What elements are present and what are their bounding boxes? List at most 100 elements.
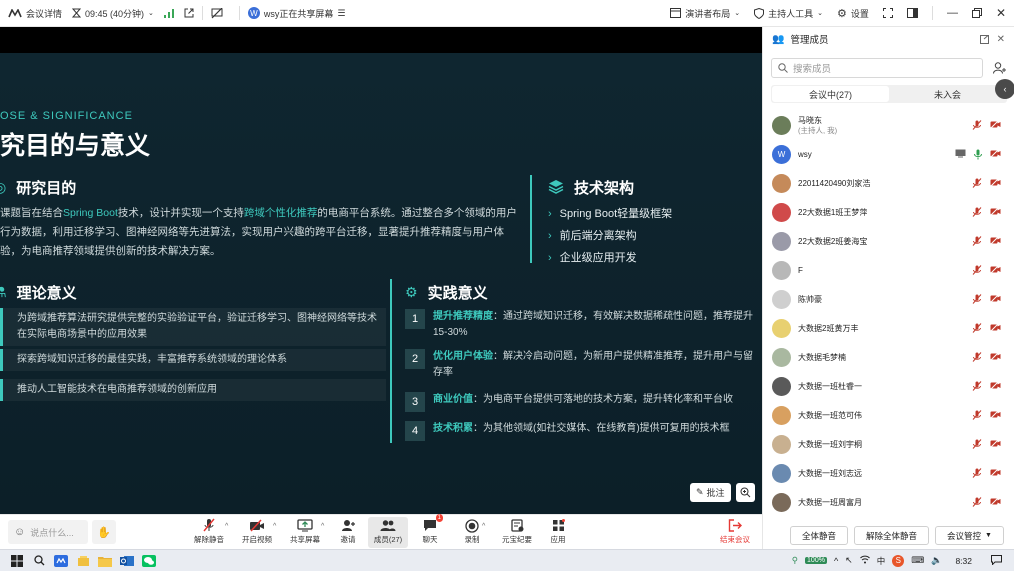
windows-start-icon[interactable] (6, 550, 28, 571)
fullscreen-icon[interactable] (882, 8, 893, 18)
collapse-panel-button[interactable]: ‹ (995, 79, 1014, 99)
chevron-up-icon[interactable]: ^ (834, 556, 838, 566)
external-link-icon[interactable] (184, 8, 194, 18)
meeting-control-button[interactable]: 会议管控 ▼ (935, 526, 1004, 545)
unmute-options-caret[interactable]: ^ (225, 523, 228, 530)
member-search-input[interactable]: 搜索成员 (771, 58, 983, 78)
ime-indicator[interactable]: 中 (877, 555, 886, 567)
zoom-button[interactable] (736, 483, 755, 502)
camera-off-icon[interactable] (990, 207, 1001, 220)
member-row[interactable]: F (763, 256, 1014, 285)
camera-off-icon[interactable] (990, 178, 1001, 191)
share-screen-button[interactable]: 共享屏幕 (286, 517, 324, 548)
host-tools-button[interactable]: 主持人工具 ⌄ (754, 7, 823, 20)
mic-muted-icon[interactable] (972, 323, 982, 336)
raise-hand-button[interactable]: ✋ (92, 520, 116, 544)
add-member-button[interactable] (989, 58, 1009, 78)
sidebar-toggle-icon[interactable] (906, 8, 918, 18)
mic-muted-icon[interactable] (972, 410, 982, 423)
quick-chat-input[interactable]: ☺ 说点什么... (8, 520, 88, 544)
record-button[interactable]: 录制 (458, 517, 486, 548)
mic-muted-icon[interactable] (972, 236, 982, 249)
member-row[interactable]: 大数据一班范可伟 (763, 401, 1014, 430)
video-options-caret[interactable]: ^ (273, 523, 276, 530)
sharing-status[interactable]: W wsy正在共享屏幕 ☰ (247, 7, 346, 20)
mic-muted-icon[interactable] (972, 207, 982, 220)
start-video-button[interactable]: 开启视频 (238, 517, 276, 548)
member-row[interactable]: Wwsy (763, 140, 1014, 169)
sougou-icon[interactable]: S (892, 554, 905, 567)
apps-button[interactable]: 应用 (544, 517, 572, 548)
unmute-button[interactable]: 解除静音 (190, 517, 228, 548)
invite-button[interactable]: 邀请 (334, 517, 362, 548)
mic-muted-icon[interactable] (972, 265, 982, 278)
member-row[interactable]: 大数据一班刘志远 (763, 459, 1014, 488)
close-icon[interactable]: ✕ (996, 6, 1006, 20)
camera-off-icon[interactable] (990, 352, 1001, 365)
close-panel-icon[interactable]: ✕ (997, 34, 1005, 45)
member-row[interactable]: 22大数据1班王梦萍 (763, 198, 1014, 227)
cursor-icon[interactable]: ↖ (845, 555, 853, 566)
mic-on-icon[interactable] (974, 149, 982, 163)
outlook-icon[interactable] (116, 550, 138, 571)
stop-share-icon[interactable] (211, 7, 223, 19)
network-icon[interactable] (859, 555, 870, 566)
camera-off-icon[interactable] (990, 410, 1001, 423)
member-row[interactable]: 马晓东 (主持人, 我) (763, 111, 1014, 140)
annotate-button[interactable]: ✎ 批注 (690, 483, 731, 502)
member-row[interactable]: 大数据一班周富月 (763, 488, 1014, 517)
member-row[interactable]: 大数据一班刘宇桐 (763, 430, 1014, 459)
camera-off-icon[interactable] (990, 439, 1001, 452)
meeting-app-icon[interactable] (50, 550, 72, 571)
camera-off-icon[interactable] (990, 294, 1001, 307)
camera-off-icon[interactable] (990, 468, 1001, 481)
recycle-app-icon[interactable] (72, 550, 94, 571)
tab-in-meeting[interactable]: 会议中(27) (772, 86, 889, 102)
mic-muted-icon[interactable] (972, 497, 982, 510)
member-row[interactable]: 陈帅豪 (763, 285, 1014, 314)
ai-minutes-button[interactable]: 元宝纪要 (500, 517, 534, 548)
camera-off-icon[interactable] (990, 381, 1001, 394)
wechat-icon[interactable] (138, 550, 160, 571)
mic-muted-icon[interactable] (972, 468, 982, 481)
member-row[interactable]: 22大数据2班姜海宝 (763, 227, 1014, 256)
member-row[interactable]: 大数据一班杜睿一 (763, 372, 1014, 401)
popout-icon[interactable] (979, 34, 989, 45)
file-explorer-icon[interactable] (94, 550, 116, 571)
meeting-timer[interactable]: 09:45 (40分钟) ⌄ (72, 7, 154, 20)
camera-off-icon[interactable] (990, 265, 1001, 278)
mic-muted-icon[interactable] (972, 294, 982, 307)
meeting-details-button[interactable]: 会议详情 (8, 7, 62, 20)
camera-off-icon[interactable] (990, 120, 1001, 133)
minimize-icon[interactable]: — (947, 7, 958, 19)
settings-button[interactable]: ⚙ 设置 (837, 7, 869, 20)
member-row[interactable]: 大数据2班黄万丰 (763, 314, 1014, 343)
members-button[interactable]: 成员(27) (368, 517, 408, 548)
notification-icon[interactable] (991, 554, 1002, 567)
end-meeting-button[interactable]: 结束会议 (716, 517, 754, 548)
signal-icon[interactable] (163, 8, 174, 18)
mute-all-button[interactable]: 全体静音 (790, 526, 849, 545)
camera-off-icon[interactable] (990, 497, 1001, 510)
camera-off-icon[interactable] (990, 149, 1001, 163)
restore-icon[interactable] (971, 8, 982, 18)
camera-off-icon[interactable] (990, 236, 1001, 249)
tab-not-joined[interactable]: 未入会 (889, 86, 1006, 102)
camera-off-icon[interactable] (990, 323, 1001, 336)
search-icon[interactable] (28, 550, 50, 571)
member-row[interactable]: 大数据毛梦楠 (763, 343, 1014, 372)
mic-muted-icon[interactable] (972, 120, 982, 133)
volume-icon[interactable]: 🔈 (931, 555, 942, 566)
speaker-layout-button[interactable]: 演讲者布局 ⌄ (670, 7, 740, 20)
tray-icon[interactable]: ⚲ (792, 555, 798, 566)
unmute-all-button[interactable]: 解除全体静音 (854, 526, 930, 545)
battery-indicator[interactable]: 100% (805, 557, 827, 564)
share-options-caret[interactable]: ^ (321, 523, 324, 530)
record-options-caret[interactable]: ^ (482, 523, 485, 530)
chat-button[interactable]: 1 聊天 (416, 514, 444, 548)
mic-muted-icon[interactable] (972, 439, 982, 452)
member-row[interactable]: 22011420490刘家浩 (763, 169, 1014, 198)
ime-toolbar-icon[interactable]: ⌨ (911, 555, 924, 566)
mic-muted-icon[interactable] (972, 381, 982, 394)
mic-muted-icon[interactable] (972, 352, 982, 365)
